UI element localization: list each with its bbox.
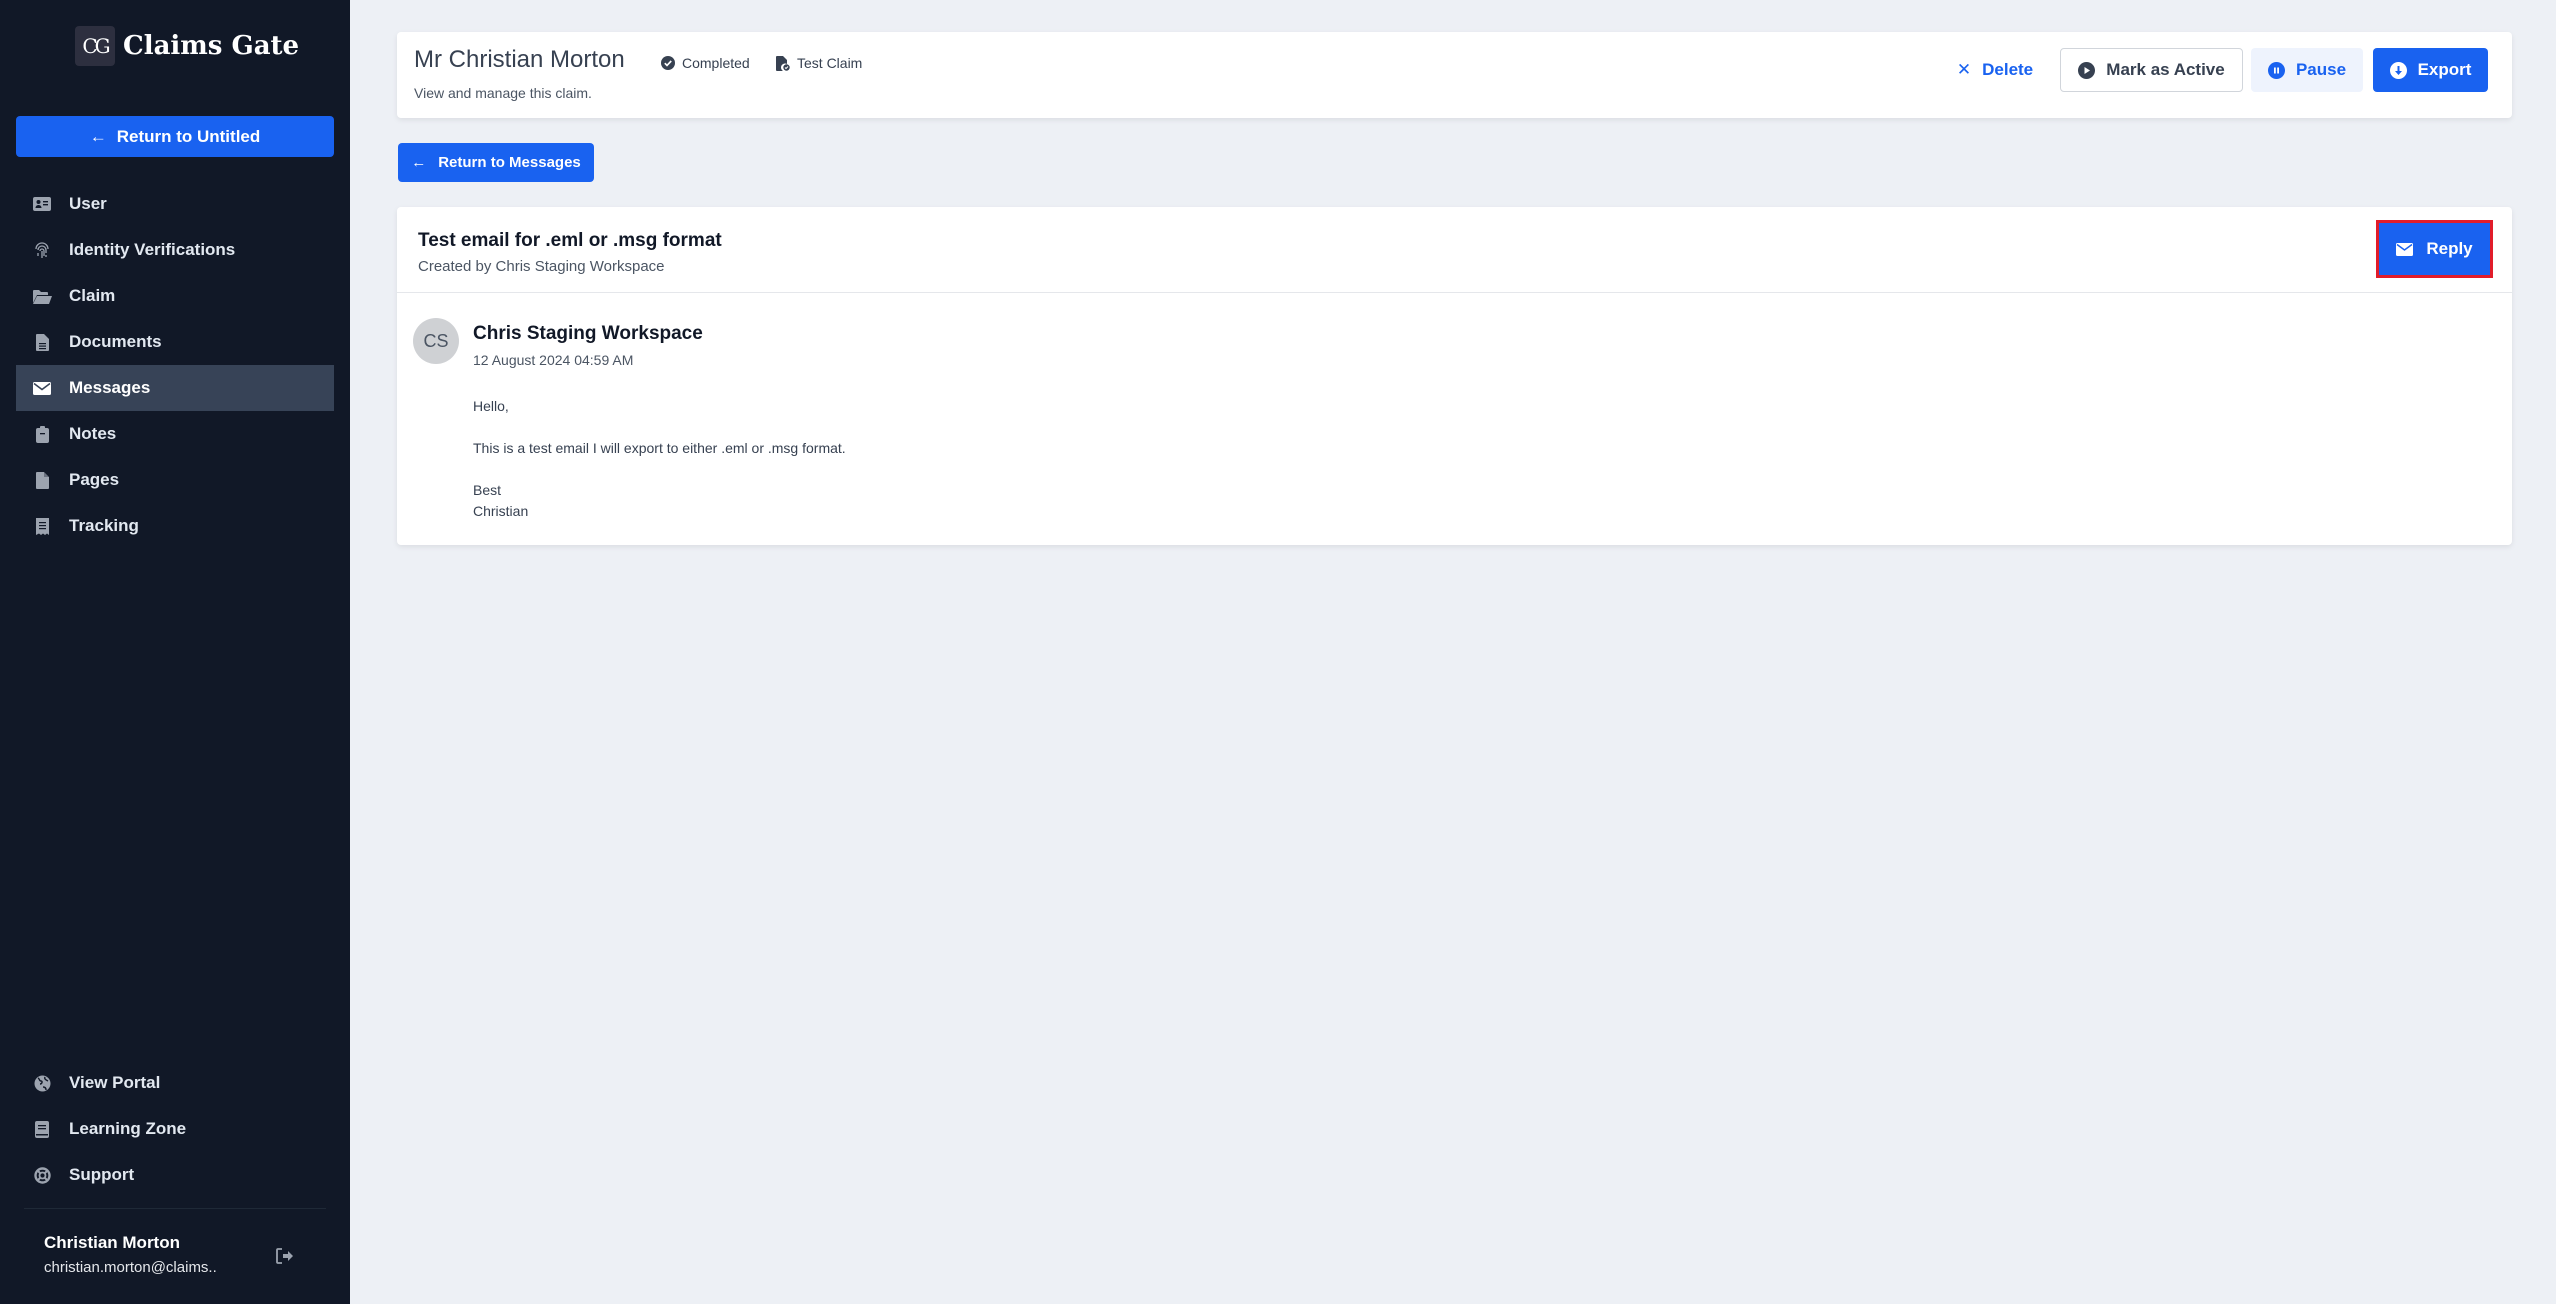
message-signature: Christian [473, 503, 529, 519]
play-circle-icon [2078, 61, 2096, 79]
sidebar-item-support[interactable]: Support [16, 1152, 334, 1198]
file-icon [32, 470, 52, 490]
message-body: Hello, This is a test email I will expor… [473, 396, 846, 522]
pause-button[interactable]: Pause [2251, 48, 2363, 92]
sidebar-bottom-nav: View Portal Learning Zone Support [16, 1060, 334, 1198]
claim-type-badge: Test Claim [776, 55, 862, 71]
sidebar-item-pages[interactable]: Pages [16, 457, 334, 503]
logo[interactable]: CG Claims Gate [75, 26, 299, 66]
close-icon: ✕ [1956, 60, 1972, 79]
return-to-messages-button[interactable]: ← Return to Messages [398, 143, 594, 182]
user-email: christian.morton@claims.. [44, 1259, 217, 1276]
app-name: Claims Gate [123, 31, 300, 61]
globe-icon [32, 1073, 52, 1093]
pause-circle-icon [2267, 61, 2285, 79]
sidebar-item-label: User [69, 194, 107, 213]
user-name: Christian Morton [44, 1233, 180, 1252]
return-to-untitled-label: Return to Untitled [116, 126, 261, 146]
sidebar-item-label: Support [69, 1165, 135, 1184]
logo-mark-icon: CG [75, 26, 115, 66]
user-profile: Christian Morton christian.morton@claims… [44, 1233, 217, 1276]
mark-as-active-button[interactable]: Mark as Active [2060, 48, 2243, 92]
arrow-left-icon: ← [89, 126, 107, 146]
sidebar-item-label: Pages [69, 470, 120, 489]
sidebar-item-label: Learning Zone [69, 1119, 187, 1138]
id-card-icon [32, 194, 52, 214]
sender-name: Chris Staging Workspace [473, 323, 703, 344]
message-card: Test email for .eml or .msg format Creat… [397, 207, 2512, 545]
check-circle-icon [661, 56, 675, 70]
sidebar: CG Claims Gate ← Return to Untitled User… [0, 0, 350, 1304]
sidebar-item-notes[interactable]: Notes [16, 411, 334, 457]
message-date: 12 August 2024 04:59 AM [473, 352, 634, 368]
message-subject: Test email for .eml or .msg format [418, 230, 722, 251]
logout-icon[interactable] [276, 1248, 296, 1268]
claim-header: Mr Christian Morton Completed Test Claim… [397, 32, 2512, 118]
return-to-untitled-button[interactable]: ← Return to Untitled [16, 116, 334, 157]
mark-as-active-label: Mark as Active [2106, 60, 2225, 79]
return-to-messages-label: Return to Messages [438, 154, 581, 171]
sidebar-nav: User Identity Verifications Claim Docume… [16, 181, 334, 549]
export-label: Export [2417, 60, 2472, 79]
envelope-icon [32, 378, 52, 398]
file-check-icon [776, 55, 790, 71]
sidebar-item-label: Tracking [69, 516, 139, 535]
life-ring-icon [32, 1165, 52, 1185]
delete-label: Delete [1982, 60, 2034, 79]
pause-label: Pause [2295, 60, 2347, 79]
sidebar-divider [24, 1208, 326, 1209]
sidebar-item-label: Messages [69, 378, 151, 397]
sidebar-item-label: Notes [69, 424, 117, 443]
sidebar-item-tracking[interactable]: Tracking [16, 503, 334, 549]
download-circle-icon [2389, 61, 2407, 79]
message-line: This is a test email I will export to ei… [473, 440, 846, 456]
page-subtitle: View and manage this claim. [414, 85, 592, 101]
delete-button[interactable]: ✕ Delete [1955, 48, 2035, 92]
file-lines-icon [32, 332, 52, 352]
receipt-icon [32, 516, 52, 536]
message-header: Test email for .eml or .msg format Creat… [397, 207, 2512, 293]
message-greeting: Hello, [473, 398, 509, 414]
export-button[interactable]: Export [2373, 48, 2488, 92]
sidebar-item-user[interactable]: User [16, 181, 334, 227]
avatar: CS [413, 318, 459, 364]
reply-button[interactable]: Reply [2376, 220, 2493, 278]
message-created-by: Created by Chris Staging Workspace [418, 258, 665, 275]
sidebar-item-claim[interactable]: Claim [16, 273, 334, 319]
sidebar-item-documents[interactable]: Documents [16, 319, 334, 365]
sidebar-item-label: View Portal [69, 1073, 161, 1092]
book-icon [32, 1119, 52, 1139]
fingerprint-icon [32, 240, 52, 260]
sidebar-item-label: Claim [69, 286, 116, 305]
clipboard-icon [32, 424, 52, 444]
sidebar-item-view-portal[interactable]: View Portal [16, 1060, 334, 1106]
sidebar-item-identity-verifications[interactable]: Identity Verifications [16, 227, 334, 273]
page-title: Mr Christian Morton [414, 46, 625, 73]
claim-type-label: Test Claim [797, 55, 863, 71]
sidebar-item-label: Documents [69, 332, 162, 351]
sidebar-item-learning-zone[interactable]: Learning Zone [16, 1106, 334, 1152]
status-label: Completed [682, 55, 750, 71]
folder-open-icon [32, 286, 52, 306]
reply-label: Reply [2426, 239, 2473, 258]
sidebar-item-messages[interactable]: Messages [16, 365, 334, 411]
status-badge: Completed [661, 55, 750, 71]
envelope-icon [2396, 242, 2414, 256]
arrow-left-icon: ← [411, 154, 427, 171]
sidebar-item-label: Identity Verifications [69, 240, 236, 259]
message-signoff: Best [473, 482, 502, 498]
